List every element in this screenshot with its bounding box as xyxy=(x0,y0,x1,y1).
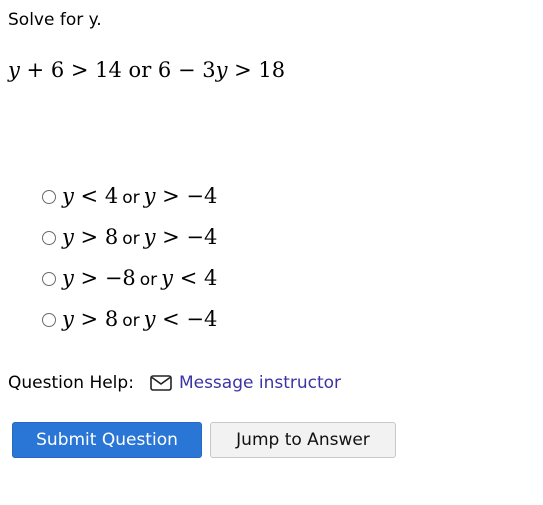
radio-button[interactable] xyxy=(42,271,56,286)
radio-button[interactable] xyxy=(42,189,56,204)
choice-condition: > 8 xyxy=(73,224,119,249)
radio-button[interactable] xyxy=(42,312,56,327)
choice-condition: > −4 xyxy=(155,224,218,249)
choice-condition: > 8 xyxy=(73,306,119,331)
equation-right-variable: y xyxy=(215,58,228,82)
choice-variable: y xyxy=(62,224,74,249)
answer-choice[interactable]: y > 8 or y < −4 xyxy=(42,299,217,340)
choice-or: or xyxy=(122,228,140,249)
choice-variable: y xyxy=(143,183,156,208)
choice-variable: y xyxy=(62,183,74,208)
choice-variable: y xyxy=(143,224,156,249)
choice-or: or xyxy=(122,310,140,331)
choice-label: y > −8 or y < 4 xyxy=(62,264,217,294)
question-prompt: Solve for y. xyxy=(8,10,102,30)
choice-condition: > −4 xyxy=(155,183,218,208)
choice-variable: y xyxy=(143,306,156,331)
equation-right-prefix: 6 − 3 xyxy=(157,58,216,82)
answer-choices: y < 4 or y > −4 y > 8 or y > −4 y > −8 or y < … xyxy=(42,176,217,340)
equation-connector: or xyxy=(128,58,152,82)
equation-left-variable: y xyxy=(8,58,20,82)
choice-label: y > 8 or y < −4 xyxy=(62,305,217,335)
answer-choice[interactable]: y > −8 or y < 4 xyxy=(42,258,217,299)
inequality-equation: y + 6 > 14 or 6 − 3y > 18 xyxy=(8,56,285,84)
choice-variable: y xyxy=(62,265,74,290)
question-help-label: Question Help: xyxy=(8,373,134,393)
choice-or: or xyxy=(139,269,158,290)
choice-label: y > 8 or y > −4 xyxy=(62,223,217,253)
choice-condition: < 4 xyxy=(173,265,218,290)
mail-icon[interactable] xyxy=(150,375,172,391)
choice-or: or xyxy=(122,187,140,208)
answer-choice[interactable]: y > 8 or y > −4 xyxy=(42,217,217,258)
answer-choice[interactable]: y < 4 or y > −4 xyxy=(42,176,217,217)
question-help: Question Help: Message instructor xyxy=(8,371,341,395)
submit-question-button[interactable]: Submit Question xyxy=(12,422,202,458)
choice-variable: y xyxy=(62,306,74,331)
choice-variable: y xyxy=(161,265,174,290)
message-instructor-link[interactable]: Message instructor xyxy=(179,371,341,395)
choice-label: y < 4 or y > −4 xyxy=(62,182,217,212)
radio-button[interactable] xyxy=(42,230,56,245)
equation-right-rest: > 18 xyxy=(227,58,286,82)
choice-condition: > −8 xyxy=(73,265,136,290)
choice-condition: < −4 xyxy=(155,306,218,331)
jump-to-answer-button[interactable]: Jump to Answer xyxy=(210,422,396,458)
choice-condition: < 4 xyxy=(73,183,119,208)
equation-left-rest: + 6 > 14 xyxy=(19,58,122,82)
